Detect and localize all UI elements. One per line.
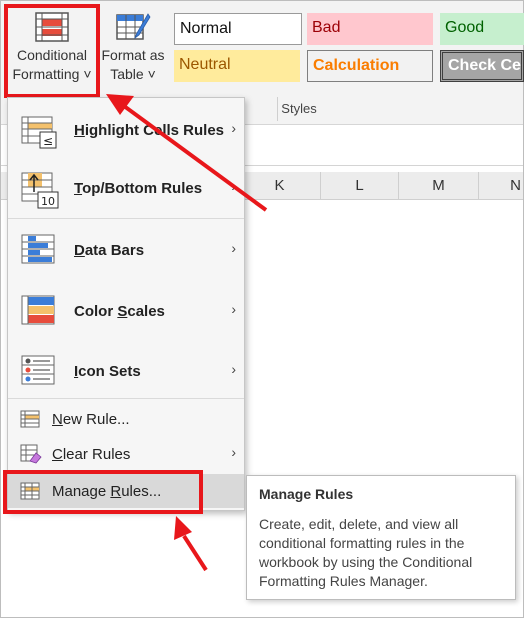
- format-as-table-icon: [116, 13, 151, 40]
- label-accel: C: [52, 446, 63, 463]
- color-scales-icon: [21, 295, 55, 325]
- menu-item-label: Icon Sets: [74, 363, 141, 380]
- label-post: ew Rule...: [62, 411, 130, 428]
- style-calculation[interactable]: Calculation: [307, 50, 433, 82]
- menu-item-label: New Rule...: [52, 411, 130, 428]
- menu-separator: [8, 398, 244, 399]
- menu-item-label: Clear Rules: [52, 446, 130, 463]
- format-as-table-button[interactable]: Format as Table ˅: [97, 7, 169, 95]
- style-bad[interactable]: Bad: [307, 13, 433, 45]
- label-pre: Color: [74, 303, 118, 320]
- style-normal[interactable]: Normal: [174, 13, 302, 45]
- data-bars-icon: [21, 234, 55, 264]
- label-post: lear Rules: [62, 446, 131, 463]
- menu-item-clear-rules[interactable]: Clear Rules ›: [8, 436, 244, 472]
- fat-label-line2-wrap: Table ˅: [97, 65, 169, 84]
- top-bottom-rules-icon: 10: [21, 172, 59, 209]
- column-header-N[interactable]: N: [479, 172, 523, 200]
- menu-item-color-scales[interactable]: Color Scales ›: [8, 282, 244, 340]
- submenu-arrow-icon: ›: [231, 301, 236, 317]
- label-post: cales: [127, 303, 165, 320]
- menu-item-label: Data Bars: [74, 242, 144, 259]
- clear-rules-icon: [20, 444, 42, 464]
- menu-item-label: Top/Bottom Rules: [74, 180, 202, 197]
- svg-text:10: 10: [41, 195, 55, 208]
- submenu-arrow-icon: ›: [231, 120, 236, 136]
- fat-label-line1: Format as: [101, 47, 165, 63]
- menu-item-icon-sets[interactable]: Icon Sets ›: [8, 342, 244, 400]
- menu-item-label: Color Scales: [74, 303, 165, 320]
- submenu-arrow-icon: ›: [231, 240, 236, 256]
- menu-separator: [8, 218, 244, 219]
- label-post: con Sets: [78, 363, 141, 380]
- label-post: ighlight Cells Rules: [84, 122, 225, 139]
- submenu-arrow-icon: ›: [231, 178, 236, 194]
- styles-group-label: Styles: [281, 101, 317, 116]
- tooltip-body: Create, edit, delete, and view all condi…: [259, 516, 473, 589]
- column-header-K[interactable]: K: [239, 172, 321, 200]
- label-accel: S: [117, 303, 128, 320]
- label-accel: T: [74, 180, 83, 197]
- label-post: ata Bars: [84, 242, 145, 259]
- conditional-formatting-menu: ≤ Highlight Cells Rules › 10 Top/Bottom …: [7, 97, 245, 511]
- label-post: op/Bottom Rules: [82, 180, 203, 197]
- cf-highlight-box: [4, 4, 100, 98]
- manage-rules-tooltip: Manage Rules Create, edit, delete, and v…: [246, 475, 516, 600]
- icon-sets-icon: [21, 355, 55, 385]
- fat-label-line2: Table: [110, 66, 144, 82]
- submenu-arrow-icon: ›: [231, 444, 236, 460]
- column-header-L[interactable]: L: [321, 172, 399, 200]
- submenu-arrow-icon: ›: [231, 361, 236, 377]
- svg-text:≤: ≤: [43, 134, 53, 148]
- tooltip-title: Manage Rules: [259, 486, 354, 502]
- highlight-cells-rules-icon: ≤: [21, 116, 57, 149]
- label-accel: N: [52, 411, 63, 428]
- menu-item-data-bars[interactable]: Data Bars ›: [8, 222, 244, 280]
- label-accel: H: [74, 122, 85, 139]
- menu-item-new-rule[interactable]: New Rule...: [8, 402, 244, 436]
- menu-item-highlight-cells-rules[interactable]: ≤ Highlight Cells Rules ›: [8, 100, 244, 162]
- label-accel: D: [74, 242, 85, 259]
- style-good[interactable]: Good: [440, 13, 524, 45]
- menu-item-label: Highlight Cells Rules: [74, 122, 224, 139]
- chevron-down-icon: ˅: [147, 66, 156, 82]
- column-header-M[interactable]: M: [399, 172, 479, 200]
- menu-item-top-bottom-rules[interactable]: 10 Top/Bottom Rules ›: [8, 160, 244, 218]
- style-check-cell[interactable]: Check Ce: [440, 50, 524, 82]
- style-neutral[interactable]: Neutral: [174, 50, 300, 82]
- new-rule-icon: [20, 410, 40, 428]
- manage-rules-highlight-box: [3, 470, 203, 514]
